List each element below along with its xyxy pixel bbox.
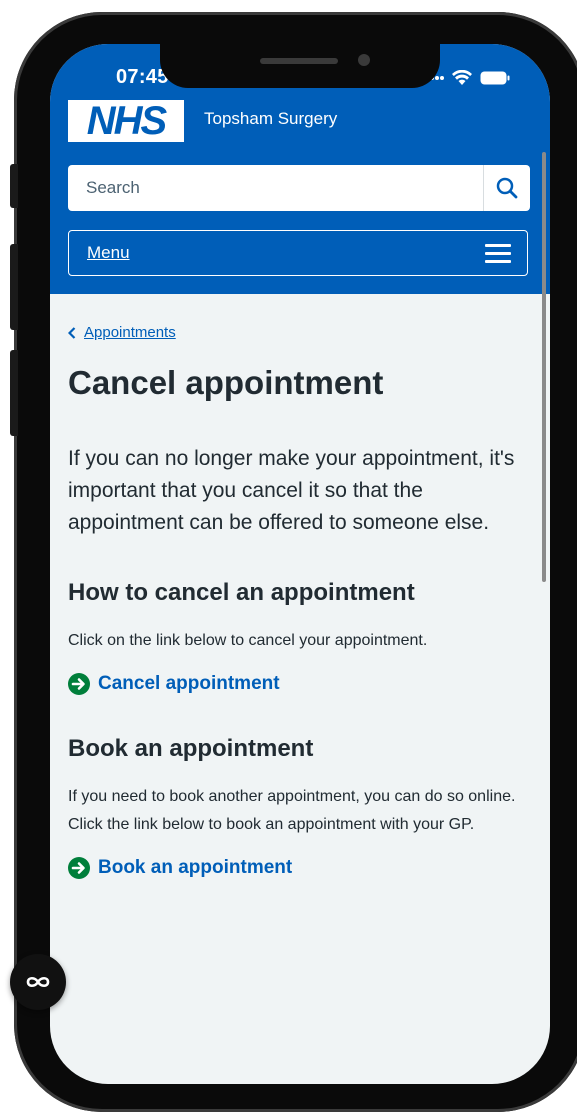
infinity-icon [26, 976, 50, 988]
chevron-left-icon [68, 326, 76, 339]
floating-action-button[interactable] [10, 954, 66, 1010]
notch [160, 44, 440, 88]
cancel-appointment-link[interactable]: Cancel appointment [68, 673, 528, 695]
arrow-right-circle-icon [68, 857, 90, 879]
breadcrumb-link-appointments[interactable]: Appointments [84, 324, 176, 341]
scrollbar[interactable] [542, 152, 546, 582]
battery-icon [480, 71, 510, 85]
speaker-grille [260, 58, 338, 64]
search-input[interactable] [68, 165, 483, 211]
section-heading-cancel: How to cancel an appointment [68, 579, 415, 606]
side-button-volume-up [10, 244, 18, 330]
intro-text: If you can no longer make your appointme… [68, 447, 515, 534]
menu-label: Menu [87, 243, 130, 262]
section-body-cancel: Click on the link below to cancel your a… [68, 632, 428, 649]
page-title: Cancel appointment [68, 364, 384, 401]
section-heading-book: Book an appointment [68, 735, 314, 762]
book-appointment-link-label: Book an appointment [98, 857, 293, 878]
main-content: Appointments Cancel appointment If you c… [68, 294, 528, 879]
section-body-book: If you need to book another appointment,… [68, 788, 516, 833]
menu-button[interactable]: Menu [68, 230, 528, 276]
front-camera [358, 54, 370, 66]
arrow-right-circle-icon [68, 673, 90, 695]
site-header: NHS Topsham Surgery [68, 99, 337, 150]
phone-frame: 07:45 NHS Topsham Surgery Search Menu Ap… [10, 12, 577, 1112]
hamburger-icon [485, 243, 511, 263]
screen: 07:45 NHS Topsham Surgery Search Menu Ap… [50, 44, 550, 1084]
search-icon [496, 177, 518, 199]
nhs-logo[interactable]: NHS [68, 99, 184, 143]
status-icons [430, 70, 510, 86]
side-button-volume-down [10, 350, 18, 436]
wifi-icon [452, 70, 472, 85]
cancel-appointment-link-label: Cancel appointment [98, 673, 280, 694]
search-button[interactable] [483, 165, 530, 211]
search-form [68, 165, 530, 211]
book-appointment-link[interactable]: Book an appointment [68, 857, 528, 879]
organisation-name[interactable]: Topsham Surgery [204, 109, 337, 129]
side-button-action [10, 164, 18, 208]
breadcrumb: Appointments [68, 324, 528, 341]
